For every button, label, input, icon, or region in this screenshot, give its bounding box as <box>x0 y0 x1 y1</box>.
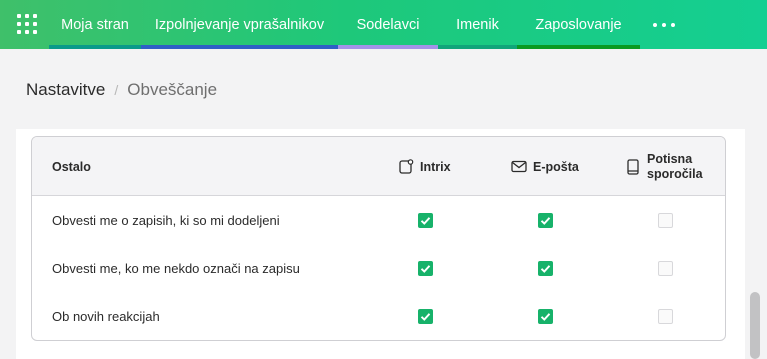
breadcrumb: Nastavitve / Obveščanje <box>26 80 217 100</box>
nav-tab-label: Imenik <box>456 16 499 33</box>
intrix-app-icon <box>399 159 414 174</box>
tablet-icon <box>627 158 639 175</box>
app-grid-icon[interactable] <box>17 14 37 34</box>
nav-tab-izpolnjevanje-vprasalnikov[interactable]: Izpolnjevanje vprašalnikov <box>141 0 338 49</box>
checkmark-icon <box>540 313 551 321</box>
column-header-email-label: E-pošta <box>533 159 579 174</box>
scrollbar-thumb[interactable] <box>750 292 760 359</box>
checkmark-icon <box>420 217 431 225</box>
breadcrumb-settings-link[interactable]: Nastavitve <box>26 80 105 100</box>
nav-tab-imenik[interactable]: Imenik <box>438 0 517 49</box>
row-label: Ob novih reakcijah <box>52 308 160 324</box>
table-row: Obvesti me o zapisih, ki so mi dodeljeni <box>32 196 725 244</box>
nav-tab-indicator <box>49 45 141 49</box>
intrix-checkbox-checked[interactable] <box>418 213 433 228</box>
email-checkbox-checked[interactable] <box>538 213 553 228</box>
push-checkbox-unchecked[interactable] <box>658 213 673 228</box>
nav-tab-moja-stran[interactable]: Moja stran <box>49 0 141 49</box>
breadcrumb-current: Obveščanje <box>127 80 218 99</box>
envelope-icon <box>511 160 527 173</box>
nav-tab-zaposlovanje[interactable]: Zaposlovanje <box>517 0 640 49</box>
nav-tab-label: Zaposlovanje <box>535 16 622 33</box>
more-options-icon[interactable] <box>653 16 677 32</box>
column-header-email: E-pošta <box>511 137 579 196</box>
top-navigation: Moja stran Izpolnjevanje vprašalnikov So… <box>0 0 767 49</box>
nav-tab-indicator <box>438 45 517 49</box>
push-checkbox-unchecked[interactable] <box>658 309 673 324</box>
notifications-table: Ostalo Intrix E-pošta Potisna sporočila … <box>31 136 726 341</box>
nav-tab-label: Moja stran <box>61 16 129 33</box>
table-row: Obvesti me, ko me nekdo označi na zapisu <box>32 244 725 292</box>
email-checkbox-checked[interactable] <box>538 261 553 276</box>
breadcrumb-separator: / <box>114 82 119 98</box>
intrix-checkbox-checked[interactable] <box>418 309 433 324</box>
column-header-push-label: Potisna sporočila <box>647 152 703 182</box>
email-checkbox-checked[interactable] <box>538 309 553 324</box>
row-label: Obvesti me, ko me nekdo označi na zapisu <box>52 260 300 276</box>
nav-tab-indicator <box>517 45 640 49</box>
checkmark-icon <box>540 265 551 273</box>
checkmark-icon <box>420 265 431 273</box>
settings-panel: Ostalo Intrix E-pošta Potisna sporočila … <box>16 129 745 359</box>
nav-tab-label: Izpolnjevanje vprašalnikov <box>154 16 325 33</box>
column-header-push-line1: Potisna <box>647 151 693 166</box>
checkmark-icon <box>420 313 431 321</box>
column-header-intrix: Intrix <box>399 137 451 196</box>
checkmark-icon <box>540 217 551 225</box>
table-row: Ob novih reakcijah <box>32 292 725 340</box>
column-header-category: Ostalo <box>52 159 91 174</box>
nav-tab-indicator <box>338 45 438 49</box>
intrix-checkbox-checked[interactable] <box>418 261 433 276</box>
push-checkbox-unchecked[interactable] <box>658 261 673 276</box>
column-header-intrix-label: Intrix <box>420 159 451 174</box>
nav-tab-label: Sodelavci <box>356 16 420 33</box>
nav-tab-sodelavci[interactable]: Sodelavci <box>338 0 438 49</box>
row-label: Obvesti me o zapisih, ki so mi dodeljeni <box>52 212 280 228</box>
table-header: Ostalo Intrix E-pošta Potisna sporočila <box>32 137 725 196</box>
column-header-push-line2: sporočila <box>647 166 703 181</box>
nav-tab-indicator <box>141 45 338 49</box>
column-header-push: Potisna sporočila <box>627 137 703 196</box>
